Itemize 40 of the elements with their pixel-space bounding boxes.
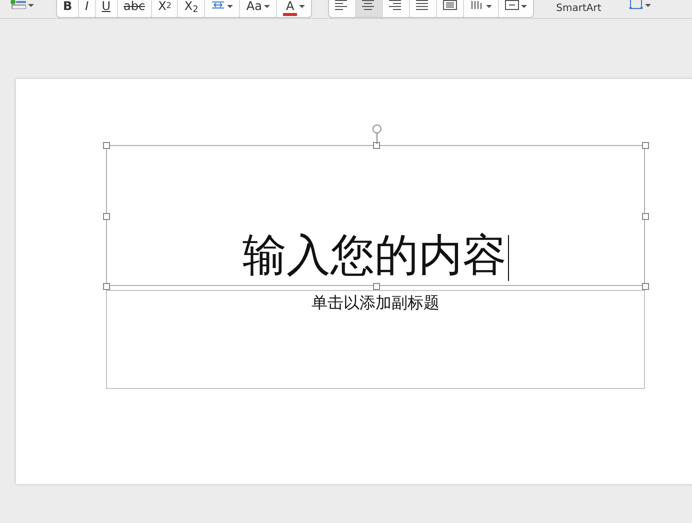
title-placeholder[interactable]: 输入您的内容 — [106, 145, 645, 286]
text-box-align-icon — [505, 0, 520, 10]
caret-icon — [227, 5, 234, 8]
caret-icon — [299, 5, 306, 8]
resize-handle[interactable] — [642, 142, 649, 149]
change-case-button[interactable]: Aa — [240, 0, 277, 17]
resize-handle[interactable] — [103, 283, 110, 290]
resize-handle[interactable] — [372, 283, 380, 290]
caret-icon — [521, 5, 528, 8]
align-center-icon — [362, 0, 376, 10]
subtitle-text: 单击以添加副标题 — [312, 293, 440, 314]
bold-button[interactable]: B — [57, 0, 80, 17]
caret-icon — [28, 4, 34, 7]
character-spacing-icon — [211, 0, 226, 10]
text-direction-icon — [470, 0, 484, 10]
title-text: 输入您的内容 — [242, 231, 506, 281]
resize-handle[interactable] — [372, 142, 380, 149]
align-right-icon — [389, 0, 404, 10]
rotate-handle[interactable] — [372, 124, 382, 144]
caret-icon — [645, 4, 652, 7]
caret-icon — [486, 5, 492, 8]
resize-handle[interactable] — [103, 212, 110, 220]
align-left-icon — [335, 0, 350, 10]
font-color-button[interactable]: A — [276, 0, 312, 17]
strikethrough-button[interactable]: abc — [118, 0, 152, 17]
script-button[interactable]: X$^{2}$ — [152, 0, 178, 17]
align-center-button[interactable] — [356, 0, 384, 17]
caret-icon — [264, 5, 270, 8]
resize-handle[interactable] — [642, 283, 649, 290]
resize-handle[interactable] — [642, 212, 649, 220]
italic-button[interactable]: I — [79, 0, 96, 17]
bullet-list-icon — [10, 0, 26, 9]
script-button[interactable]: X$_{2}$ — [178, 0, 206, 17]
justify-icon — [416, 0, 430, 10]
underline-button[interactable]: U — [96, 0, 118, 17]
smartart-button[interactable]: SmartArt — [550, 0, 608, 18]
resize-handle[interactable] — [103, 142, 110, 149]
picture-frame-icon — [629, 0, 644, 9]
columns-icon — [443, 0, 458, 10]
subtitle-placeholder[interactable]: 单击以添加副标题 — [106, 290, 645, 389]
